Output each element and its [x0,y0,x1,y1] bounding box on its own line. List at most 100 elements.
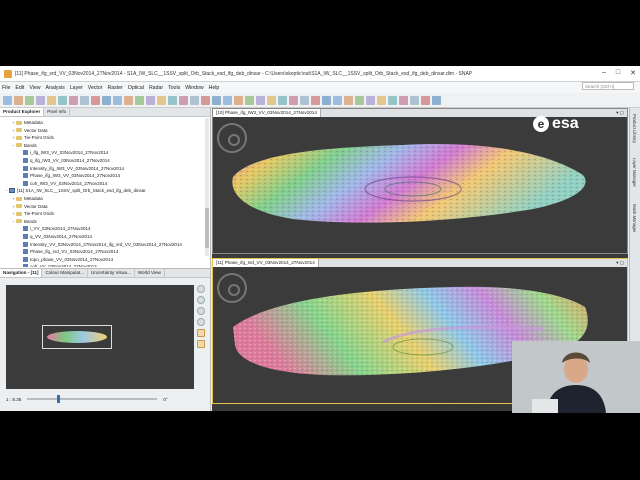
tab-navigation[interactable]: Navigation - [11] [0,269,43,277]
zoom-slider[interactable] [27,395,158,403]
terrain-correction-icon[interactable] [223,95,232,105]
open-product-icon[interactable] [14,95,23,105]
tree-item-band[interactable]: coh_VV_03Nov2014_27Nov2014 [0,263,97,267]
tree-item-folder[interactable]: + Metadata [0,119,42,126]
view-tab-ifg-iw3[interactable]: [10] Phase_ifg_IW3_VV_03Nov2014_27Nov201… [213,109,321,117]
tree-item-band[interactable]: i_ifg_IW3_VV_03Nov2014_27Nov2014 [0,149,108,156]
navigation-overview[interactable] [6,285,194,389]
rotation-angle[interactable]: 0° [163,397,167,402]
tree-scrollbar[interactable] [205,118,209,256]
tree-item-band[interactable]: coh_IW3_VV_03Nov2014_27Nov2014 [0,180,107,187]
scrollbar-thumb[interactable] [205,208,209,248]
draw-line-icon[interactable] [300,95,309,105]
menu-radar[interactable]: Radar [149,85,163,91]
tree-item-folder[interactable]: + Vector Data [0,203,47,210]
interferogram-image-1[interactable] [213,117,627,253]
world-map-icon[interactable] [157,95,166,105]
histogram-icon[interactable] [69,95,78,105]
tree-item-band[interactable]: i_VV_03Nov2014_27Nov2014 [0,225,91,232]
navigation-thumbnail[interactable] [42,325,112,349]
tree-item-band[interactable]: Intensity_VV_03Nov2014_27Nov2014_ifg_srd… [0,241,182,248]
menu-analysis[interactable]: Analysis [45,85,64,91]
deburst-icon[interactable] [212,95,221,105]
menu-edit[interactable]: Edit [15,85,24,91]
spectrum-icon[interactable] [113,95,122,105]
star-icon[interactable] [410,95,419,105]
tab-pixel-info[interactable]: Pixel Info [44,108,71,116]
sync-cursor-icon[interactable] [197,340,205,348]
view-menu-icon[interactable]: ▾ ▢ [616,110,624,116]
view-menu-icon[interactable]: ▾ ▢ [616,260,624,266]
tree-item-band[interactable]: Phase_ifg_srd_VV_03Nov2014_27Nov2014 [0,248,118,255]
coregistration-icon[interactable] [190,95,199,105]
tree-item-product[interactable]: − [11] S1A_IW_SLC__1SSV_split_Orb_Stack_e… [0,187,146,194]
zoom-out-icon[interactable] [197,296,205,304]
view-tab-ifg-srd[interactable]: [11] Phase_ifg_srd_VV_03Nov2014_27Nov201… [213,259,319,267]
product-library-tab[interactable]: Product Library [632,114,637,143]
scatter-plot-icon[interactable] [91,95,100,105]
statistics-icon[interactable] [80,95,89,105]
tree-item-folder[interactable]: − Bands [0,142,36,149]
undo-icon[interactable] [36,95,45,105]
menu-view[interactable]: View [29,85,40,91]
profile-plot-icon[interactable] [102,95,111,105]
graph-builder-icon[interactable] [168,95,177,105]
pin-tool-icon[interactable] [267,95,276,105]
zoom-tool-icon[interactable] [245,95,254,105]
tree-item-folder[interactable]: + Tie-Point Grids [0,134,54,141]
wms-layer-icon[interactable] [388,95,397,105]
save-icon[interactable] [25,95,34,105]
menu-optical[interactable]: Optical [128,85,144,91]
zoom-all-icon[interactable] [197,318,205,326]
draw-ellipse-icon[interactable] [333,95,342,105]
minimize-button[interactable]: – [602,69,606,77]
range-finder-icon[interactable] [278,95,287,105]
tab-world-view[interactable]: World View [135,269,165,277]
search-input[interactable]: Search (Ctrl+I) [582,82,634,90]
tab-colour-manipulation[interactable]: Colour Manipulat... [42,269,89,277]
flag-icon[interactable] [421,95,430,105]
settings-icon[interactable] [432,95,441,105]
tree-item-folder[interactable]: + Metadata [0,195,42,202]
draw-rectangle-icon[interactable] [322,95,331,105]
mask-manager-tab[interactable]: Mask Manager [632,204,637,232]
draw-polygon-icon[interactable] [311,95,320,105]
tree-item-band[interactable]: topo_phase_VV_03Nov2014_27Nov2014 [0,256,113,263]
maximize-button[interactable]: □ [616,69,620,77]
new-product-icon[interactable] [3,95,12,105]
select-tool-icon[interactable] [234,95,243,105]
redo-icon[interactable] [47,95,56,105]
tab-product-explorer[interactable]: Product Explorer [0,108,45,116]
tree-item-band[interactable]: q_VV_03Nov2014_27Nov2014 [0,233,92,240]
menu-file[interactable]: File [2,85,10,91]
batch-processing-icon[interactable] [179,95,188,105]
magic-wand-icon[interactable] [289,95,298,105]
layer-manager-tab[interactable]: Layer Manager [632,158,637,187]
tree-item-folder[interactable]: + Vector Data [0,127,47,134]
gcp-manager-icon[interactable] [146,95,155,105]
band-maths-icon[interactable] [58,95,67,105]
zoom-in-icon[interactable] [197,285,205,293]
menu-help[interactable]: Help [209,85,220,91]
insert-text-icon[interactable] [344,95,353,105]
cursor-sync-icon[interactable] [377,95,386,105]
help-icon[interactable] [399,95,408,105]
zoom-pixel-icon[interactable] [197,307,205,315]
tab-uncertainty-visualisation[interactable]: Uncertainty Visua... [88,269,135,277]
pan-tool-icon[interactable] [256,95,265,105]
tree-item-band[interactable]: q_ifg_IW3_VV_03Nov2014_27Nov2014 [0,157,110,164]
zoom-factor[interactable]: 1 : 8.35 [6,397,21,402]
tree-item-folder[interactable]: − Bands [0,218,36,225]
menu-vector[interactable]: Vector [88,85,103,91]
tree-item-band[interactable]: Intensity_ifg_IW3_VV_03Nov2014_27Nov2014 [0,165,124,172]
tree-item-folder[interactable]: + Tie-Point Grids [0,210,54,217]
sync-views-icon[interactable] [197,329,205,337]
menu-window[interactable]: Window [185,85,203,91]
menu-raster[interactable]: Raster [108,85,123,91]
sync-icon[interactable] [366,95,375,105]
close-button[interactable]: ✕ [630,69,636,77]
tree-item-band[interactable]: Phase_ifg_IW3_VV_03Nov2014_27Nov2014 [0,172,120,179]
zoom-slider-knob[interactable] [57,395,61,403]
menu-tools[interactable]: Tools [168,85,180,91]
image-view-ifg-iw3[interactable]: [10] Phase_ifg_IW3_VV_03Nov2014_27Nov201… [212,108,628,254]
